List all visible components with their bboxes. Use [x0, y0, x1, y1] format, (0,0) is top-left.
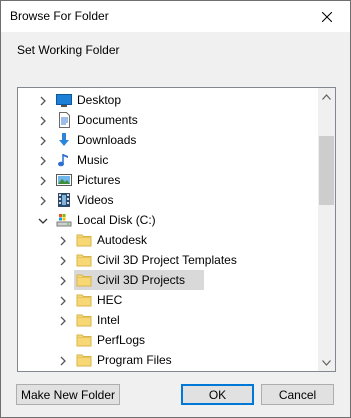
folder-icon — [76, 352, 92, 368]
tree-item-label: Downloads — [77, 133, 137, 147]
tree-item-label: Music — [77, 153, 109, 167]
tree-item-label: HEC — [97, 293, 123, 307]
tree-item-label: Pictures — [77, 173, 121, 187]
tree-item[interactable]: Desktop — [18, 90, 317, 110]
chevron-right-icon[interactable] — [38, 155, 48, 166]
tree-item-label: Autodesk — [97, 233, 148, 247]
chevron-right-icon[interactable] — [38, 95, 48, 106]
folder-icon — [76, 232, 92, 248]
downloads-icon — [56, 132, 72, 148]
tree-item-label: Videos — [77, 193, 114, 207]
chevron-right-icon[interactable] — [58, 295, 68, 306]
chevron-down-icon[interactable] — [38, 215, 48, 225]
tree-item-label: Intel — [97, 313, 120, 327]
tree-item[interactable]: Civil 3D Project Templates — [18, 250, 317, 270]
tree-item-label: Local Disk (C:) — [77, 213, 156, 227]
tree-item-label: Documents — [77, 113, 138, 127]
chevron-right-icon[interactable] — [58, 255, 68, 266]
tree-item[interactable]: Local Disk (C:) — [18, 210, 317, 230]
tree-item[interactable]: Videos — [18, 190, 317, 210]
folder-icon — [76, 292, 92, 308]
tree-item[interactable]: Civil 3D Projects — [18, 270, 317, 290]
tree-item[interactable]: Downloads — [18, 130, 317, 150]
title-bar: Browse For Folder — [1, 1, 350, 32]
folder-tree[interactable]: Desktop Documents Downloads Music Pictures Vi… — [17, 87, 336, 372]
chevron-right-icon[interactable] — [58, 275, 68, 286]
scroll-thumb[interactable] — [319, 136, 334, 205]
videos-icon — [56, 192, 72, 208]
desktop-icon — [56, 92, 72, 108]
music-icon — [56, 152, 72, 168]
chevron-right-icon[interactable] — [38, 175, 48, 186]
folder-icon — [76, 252, 92, 268]
chevron-down-icon — [322, 359, 331, 366]
tree-item[interactable]: Pictures — [18, 170, 317, 190]
chevron-right-icon[interactable] — [38, 135, 48, 146]
documents-icon — [56, 112, 72, 128]
chevron-right-icon[interactable] — [38, 115, 48, 126]
vertical-scrollbar[interactable] — [318, 88, 335, 371]
folder-icon — [76, 332, 92, 348]
tree-item[interactable]: Program Files — [18, 350, 317, 370]
tree-item-label: Civil 3D Projects — [97, 273, 186, 287]
scroll-down-button[interactable] — [318, 354, 335, 371]
chevron-up-icon — [322, 93, 331, 100]
ok-button[interactable]: OK — [181, 384, 254, 405]
chevron-right-icon[interactable] — [38, 195, 48, 206]
make-new-folder-button[interactable]: Make New Folder — [16, 384, 120, 405]
tree-item-label: Civil 3D Project Templates — [97, 253, 237, 267]
tree-item[interactable]: HEC — [18, 290, 317, 310]
close-button[interactable] — [304, 1, 350, 32]
tree-item[interactable]: Intel — [18, 310, 317, 330]
tree-item-label: PerfLogs — [97, 333, 146, 347]
tree-item[interactable]: Music — [18, 150, 317, 170]
chevron-right-icon[interactable] — [58, 235, 68, 246]
pictures-icon — [56, 172, 72, 188]
tree-item-label: Desktop — [77, 93, 122, 107]
tree-item[interactable]: Documents — [18, 110, 317, 130]
instruction-text: Set Working Folder — [17, 43, 120, 57]
scroll-up-button[interactable] — [318, 88, 335, 105]
tree-item[interactable]: PerfLogs — [18, 330, 317, 350]
chevron-right-icon[interactable] — [58, 315, 68, 326]
folder-icon — [76, 272, 92, 288]
browse-for-folder-dialog: Browse For Folder Set Working Folder Des… — [0, 0, 351, 418]
folder-icon — [76, 312, 92, 328]
dialog-title: Browse For Folder — [10, 9, 109, 23]
cancel-button[interactable]: Cancel — [261, 384, 334, 405]
tree-item-label: Program Files — [97, 353, 172, 367]
folder-tree-list: Desktop Documents Downloads Music Pictures Vi… — [18, 88, 317, 371]
close-icon — [322, 11, 332, 22]
chevron-right-icon[interactable] — [58, 355, 68, 366]
tree-item[interactable]: Autodesk — [18, 230, 317, 250]
drive-icon — [56, 212, 72, 228]
